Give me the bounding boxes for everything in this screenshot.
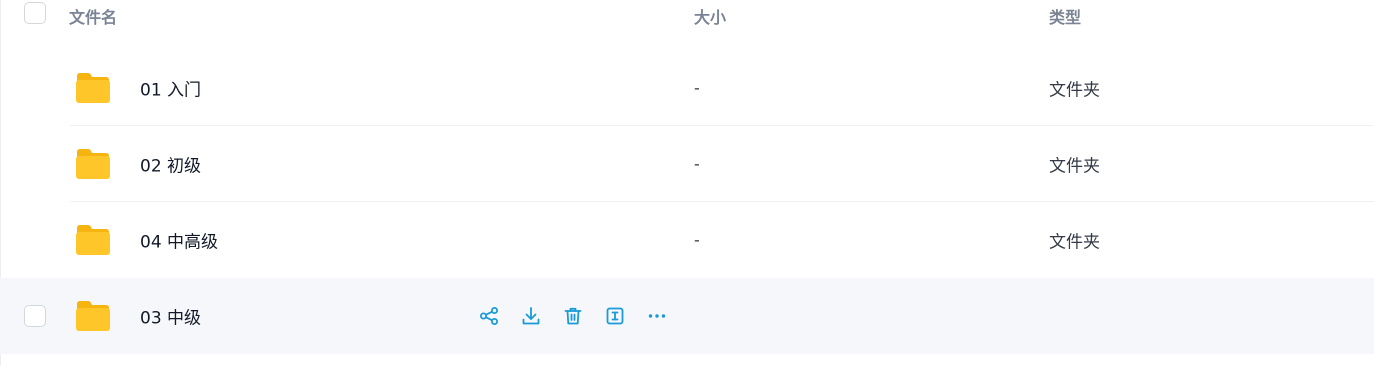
delete-icon[interactable] [562,305,584,327]
more-icon[interactable] [646,305,668,327]
file-name[interactable]: 01 入门 [140,76,201,101]
file-size: - [694,78,700,98]
rename-icon[interactable] [604,305,626,327]
file-name[interactable]: 03 中级 [140,304,201,329]
share-icon[interactable] [478,305,500,327]
file-type: 文件夹 [1049,232,1100,253]
file-name[interactable]: 02 初级 [140,152,201,177]
file-row[interactable]: 04 中高级 - 文件夹 [0,202,1374,278]
file-name[interactable]: 04 中高级 [140,228,218,253]
column-header-size[interactable]: 大小 [694,4,726,28]
file-type: 文件夹 [1049,156,1100,177]
select-all-checkbox[interactable] [24,2,46,24]
column-header-type[interactable]: 类型 [1049,4,1081,28]
folder-icon [76,301,110,331]
download-icon[interactable] [520,305,542,327]
file-row[interactable]: 02 初级 - 文件夹 [0,126,1374,202]
folder-icon [76,149,110,179]
column-header-name[interactable]: 文件名 [69,4,117,28]
file-row[interactable]: 01 入门 - 文件夹 [0,50,1374,126]
file-type: 文件夹 [1049,80,1100,101]
file-row-hovered[interactable]: 03 中级 [0,278,1374,354]
folder-icon [76,73,110,103]
file-size: - [694,154,700,174]
row-select-checkbox[interactable] [24,305,46,327]
file-list-header: 文件名 大小 类型 [0,0,1374,50]
folder-icon [76,225,110,255]
row-actions [478,305,668,327]
file-size: - [694,230,700,250]
